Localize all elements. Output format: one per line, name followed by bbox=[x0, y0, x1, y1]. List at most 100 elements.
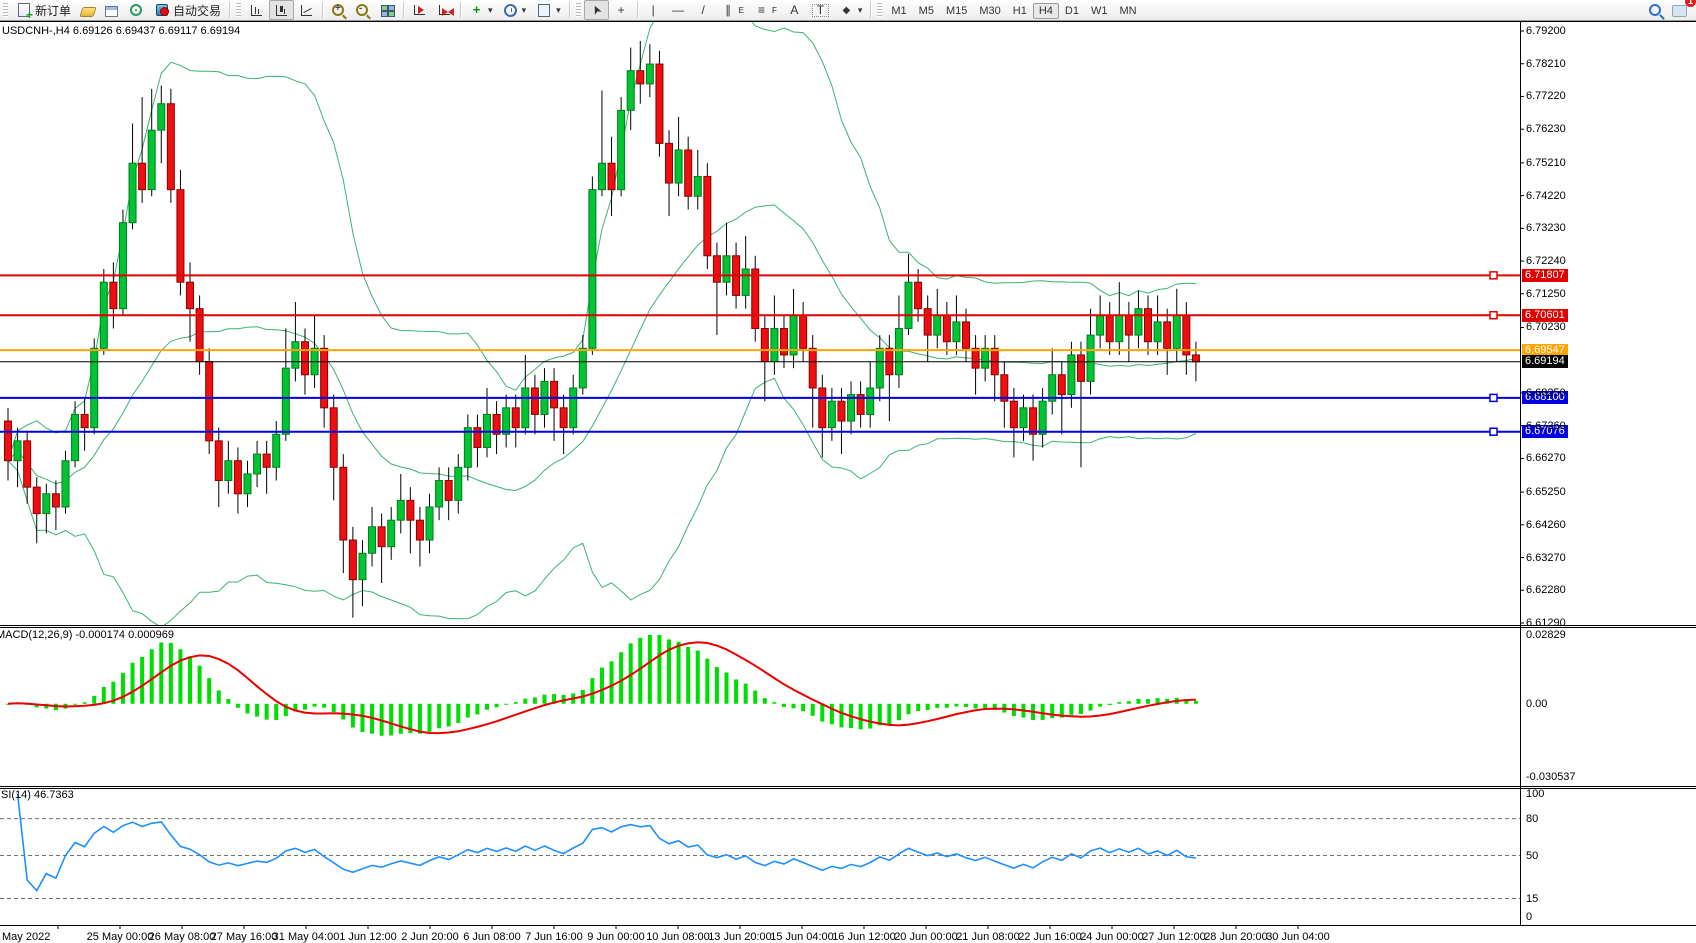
price-tick-label: 6.65250 bbox=[1526, 486, 1566, 498]
notifications-button[interactable]: 1 bbox=[1667, 0, 1692, 20]
new-order-label: 新订单 bbox=[35, 2, 71, 19]
macd-histogram-bar bbox=[188, 656, 192, 703]
price-tick-label: 6.71250 bbox=[1526, 288, 1566, 300]
candlestick-button[interactable] bbox=[269, 0, 294, 20]
timeframe-button-m15[interactable]: M15 bbox=[940, 3, 973, 19]
timeframe-button-h1[interactable]: H1 bbox=[1007, 3, 1033, 19]
timeframe-button-m5[interactable]: M5 bbox=[913, 3, 940, 19]
toolbar-grip[interactable] bbox=[877, 3, 882, 17]
toolbar-separator bbox=[569, 2, 570, 18]
bear-candle bbox=[685, 150, 692, 196]
label-tool-button[interactable]: T bbox=[807, 0, 834, 20]
autotrade-label: 自动交易 bbox=[173, 2, 221, 19]
time-tick-label: 27 May 16:00 bbox=[211, 931, 278, 943]
cursor-icon: ➤ bbox=[587, 0, 606, 20]
macd-histogram-bar bbox=[974, 704, 978, 709]
caret-down-icon: ▾ bbox=[522, 5, 527, 16]
text-tool-button[interactable]: A bbox=[782, 0, 807, 20]
macd-histogram-bar bbox=[485, 704, 489, 710]
macd-histogram-bar bbox=[590, 678, 594, 704]
macd-histogram-bar bbox=[466, 704, 470, 718]
shapes-icon: ◆ bbox=[839, 5, 854, 16]
period-button[interactable]: ▾ bbox=[498, 0, 532, 20]
zoom-in-button[interactable]: + bbox=[326, 0, 350, 20]
bear-candle bbox=[340, 467, 347, 540]
channel-tool-button[interactable]: ∥E bbox=[716, 0, 749, 20]
toolbar-grip[interactable] bbox=[576, 3, 581, 17]
timeframe-button-d1[interactable]: D1 bbox=[1059, 3, 1085, 19]
toolbar-grip[interactable] bbox=[3, 3, 8, 17]
bear-candle bbox=[608, 163, 615, 189]
shapes-tool-button[interactable]: ◆▾ bbox=[834, 0, 868, 20]
chart-canvas[interactable] bbox=[0, 21, 1696, 943]
macd-histogram-bar bbox=[715, 667, 719, 704]
bear-candle bbox=[110, 282, 117, 308]
macd-histogram-bar bbox=[322, 704, 326, 708]
bull-candle bbox=[522, 388, 529, 428]
bear-candle bbox=[301, 342, 308, 375]
bear-candle bbox=[33, 487, 40, 513]
tick-chart-button[interactable] bbox=[123, 0, 149, 20]
tile-windows-button[interactable] bbox=[374, 0, 400, 20]
new-order-button[interactable]: 新订单 bbox=[11, 0, 76, 20]
candlestick-icon bbox=[276, 5, 287, 16]
vertical-line-tool-button[interactable]: | bbox=[641, 0, 666, 20]
time-tick-label: 27 Jun 12:00 bbox=[1142, 931, 1206, 943]
depth-of-market-button[interactable] bbox=[76, 0, 100, 20]
timeframe-button-w1[interactable]: W1 bbox=[1085, 3, 1114, 19]
window-icon bbox=[105, 6, 118, 17]
macd-histogram-bar bbox=[198, 666, 202, 704]
macd-histogram-bar bbox=[332, 704, 336, 712]
bull-candle bbox=[1097, 315, 1104, 335]
bear-candle bbox=[263, 454, 270, 467]
bar-chart-button[interactable] bbox=[244, 0, 269, 20]
macd-histogram-bar bbox=[811, 704, 815, 716]
cursor-tool-button[interactable]: ➤ bbox=[584, 0, 609, 20]
line-chart-icon bbox=[301, 5, 312, 16]
price-tick-label: 6.77220 bbox=[1526, 90, 1566, 102]
bull-candle bbox=[426, 507, 433, 540]
toolbar-separator bbox=[322, 2, 323, 18]
bull-candle bbox=[876, 348, 883, 388]
macd-histogram-bar bbox=[246, 704, 250, 714]
macd-histogram-bar bbox=[1079, 704, 1083, 714]
rsi-axis-label: 100 bbox=[1526, 788, 1544, 800]
bear-candle bbox=[972, 348, 979, 368]
trendline-tool-button[interactable]: / bbox=[691, 0, 716, 20]
bear-candle bbox=[24, 441, 31, 487]
zoom-out-icon: - bbox=[356, 4, 368, 16]
crosshair-tool-button[interactable]: + bbox=[609, 0, 634, 20]
line-chart-button[interactable] bbox=[294, 0, 319, 20]
chart-window[interactable]: USDCNH-,H4 6.69126 6.69437 6.69117 6.691… bbox=[0, 21, 1696, 943]
auto-scroll-button[interactable] bbox=[407, 0, 432, 20]
equidistant-channel-icon: ∥ bbox=[721, 3, 736, 17]
time-tick-label: 28 Jun 20:00 bbox=[1204, 931, 1268, 943]
macd-histogram-bar bbox=[744, 684, 748, 704]
macd-histogram-bar bbox=[217, 690, 221, 703]
template-button[interactable]: ▾ bbox=[531, 0, 566, 20]
search-button[interactable] bbox=[1643, 0, 1667, 20]
macd-histogram-bar bbox=[504, 704, 508, 705]
bar-chart-icon bbox=[251, 5, 262, 16]
fibonacci-icon: ≡ bbox=[754, 3, 769, 17]
autotrade-button[interactable]: 自动交易 bbox=[149, 0, 226, 20]
bear-candle bbox=[551, 381, 558, 407]
timeframe-button-m1[interactable]: M1 bbox=[885, 3, 912, 19]
timeframe-button-mn[interactable]: MN bbox=[1113, 3, 1142, 19]
toolbar-grip[interactable] bbox=[236, 3, 241, 17]
autotrade-icon bbox=[156, 4, 168, 16]
chart-shift-button[interactable] bbox=[432, 0, 457, 20]
timeframe-button-h4[interactable]: H4 bbox=[1033, 3, 1059, 19]
fibonacci-tool-button[interactable]: ≡F bbox=[749, 0, 782, 20]
chat-bubble-icon bbox=[1672, 5, 1687, 17]
new-chart-button[interactable] bbox=[100, 0, 123, 20]
add-indicator-button[interactable]: +▾ bbox=[464, 0, 498, 20]
macd-indicator-label: MACD(12,26,9) -0.000174 0.000969 bbox=[0, 629, 174, 641]
zoom-out-button[interactable]: - bbox=[350, 0, 374, 20]
macd-histogram-bar bbox=[542, 695, 546, 704]
timeframe-button-m30[interactable]: M30 bbox=[973, 3, 1006, 19]
price-level-badge: 6.69194 bbox=[1522, 355, 1568, 368]
bull-candle bbox=[43, 494, 50, 514]
macd-histogram-bar bbox=[839, 704, 843, 728]
horizontal-line-tool-button[interactable]: — bbox=[666, 0, 691, 20]
